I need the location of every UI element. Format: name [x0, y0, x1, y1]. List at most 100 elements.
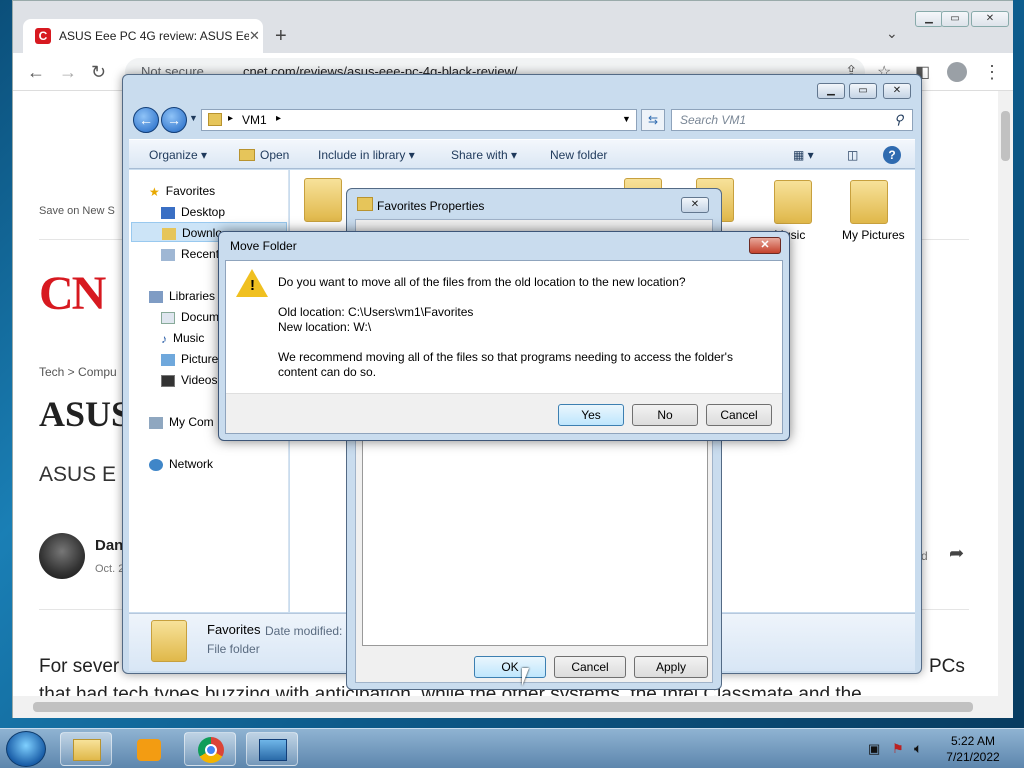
folder-icon[interactable] [304, 178, 342, 222]
nav-recent[interactable]: Recent [161, 247, 219, 261]
nav-computer[interactable]: My Com [149, 415, 214, 429]
cancel-button[interactable]: Cancel [554, 656, 626, 678]
nav-pictures[interactable]: Picture [161, 352, 218, 366]
address-dropdown-icon[interactable]: ▼ [622, 114, 631, 124]
nav-label: Desktop [181, 205, 226, 219]
share-label: Share with [451, 148, 508, 162]
close-button[interactable]: ✕ [749, 237, 781, 254]
article-date: Oct. 2 [95, 563, 125, 575]
horizontal-scrollbar[interactable] [13, 696, 1013, 718]
organize-menu[interactable]: Organize ▾ [149, 148, 207, 162]
chevron-right-icon[interactable]: ▸ [228, 113, 233, 124]
back-icon[interactable]: ← [133, 107, 159, 133]
action-center-icon[interactable]: ⚑ [892, 741, 904, 757]
pictures-folder-icon[interactable] [850, 180, 888, 224]
tab-search-chevron-icon[interactable]: ⌄ [886, 25, 898, 42]
new-folder-button[interactable]: New folder [550, 148, 607, 162]
cnet-favicon-icon: C [35, 28, 51, 44]
maximize-button[interactable]: ▭ [941, 11, 969, 27]
folder-icon [208, 113, 222, 126]
favorites-folder-icon [151, 620, 187, 662]
recommend-text-line2: content can do so. [278, 365, 377, 379]
scroll-thumb[interactable] [33, 702, 973, 712]
no-button[interactable]: No [632, 404, 698, 426]
minimize-button[interactable]: ▁ [915, 11, 943, 27]
nav-favorites[interactable]: ★ Favorites [149, 184, 215, 199]
breadcrumb[interactable]: Tech > Compu [39, 365, 117, 379]
refresh-icon[interactable]: ⇆ [641, 109, 665, 131]
reload-icon[interactable]: ↻ [91, 62, 106, 83]
save-on-banner[interactable]: Save on New S [39, 205, 115, 217]
ok-button[interactable]: OK [474, 656, 546, 678]
cancel-button[interactable]: Cancel [706, 404, 772, 426]
back-icon[interactable]: ← [27, 62, 45, 83]
volume-icon[interactable]: 🔈︎ [914, 740, 922, 757]
minimize-button[interactable]: ▁ [817, 83, 845, 99]
forward-icon[interactable]: → [59, 62, 77, 83]
tab-title: ASUS Eee PC 4G review: ASUS Ee [59, 29, 249, 43]
help-icon[interactable]: ? [883, 146, 901, 164]
vertical-scrollbar[interactable] [998, 91, 1013, 696]
pictures-icon [161, 353, 175, 366]
close-button[interactable]: ✕ [971, 11, 1009, 27]
taskbar-explorer[interactable] [60, 732, 112, 766]
search-box[interactable]: Search VM1 ⚲ [671, 109, 913, 131]
address-breadcrumb[interactable]: ▸ VM1 ▸ ▼ [201, 109, 637, 131]
include-label: Include in library [318, 148, 406, 162]
search-icon[interactable]: ⚲ [894, 112, 904, 128]
image-viewer-icon [259, 739, 287, 761]
folder-label-pictures[interactable]: My Pictures [842, 228, 905, 242]
music-folder-icon[interactable] [774, 180, 812, 224]
scroll-thumb[interactable] [1001, 111, 1010, 161]
new-tab-icon[interactable]: + [275, 25, 287, 48]
start-button[interactable] [6, 731, 46, 767]
taskbar-chrome[interactable] [184, 732, 236, 766]
nav-network[interactable]: Network [149, 457, 213, 471]
explorer-titlebar[interactable]: ▁ ▭ ✕ [123, 75, 921, 105]
breadcrumb-vm1[interactable]: VM1 [242, 113, 267, 127]
apply-button[interactable]: Apply [634, 656, 708, 678]
maximize-button[interactable]: ▭ [849, 83, 877, 99]
tab-close-icon[interactable]: ✕ [249, 28, 260, 44]
forward-icon[interactable]: → [161, 107, 187, 133]
view-options-icon[interactable]: ▦ ▾ [793, 148, 814, 162]
author-name[interactable]: Dan [95, 537, 123, 554]
nav-desktop[interactable]: Desktop [161, 205, 225, 219]
chevron-right-icon[interactable]: ▸ [276, 113, 281, 124]
article-headline: ASUS [39, 394, 132, 434]
open-button[interactable]: Open [260, 148, 289, 162]
organize-label: Organize [149, 148, 198, 162]
yes-button[interactable]: Yes [558, 404, 624, 426]
tab-strip: C ASUS Eee PC 4G review: ASUS Ee ✕ + ⌄ ▁… [13, 1, 1013, 53]
nav-label: Docum [181, 310, 220, 324]
nav-videos[interactable]: Videos [161, 373, 217, 387]
chrome-icon [198, 737, 224, 763]
share-arrow-icon[interactable]: ➦ [949, 543, 964, 564]
question-text: Do you want to move all of the files fro… [278, 275, 686, 289]
clock[interactable]: 5:22 AM 7/21/2022 [936, 733, 1010, 765]
close-button[interactable]: ✕ [681, 197, 709, 213]
nav-music[interactable]: ♪ Music [161, 331, 204, 346]
music-note-icon: ♪ [161, 331, 167, 346]
browser-tab[interactable]: C ASUS Eee PC 4G review: ASUS Ee ✕ [23, 19, 263, 53]
profile-icon[interactable] [947, 62, 967, 82]
recommend-text-line1: We recommend moving all of the files so … [278, 350, 733, 364]
libraries-icon [149, 290, 163, 303]
cnet-logo[interactable]: CN [39, 266, 106, 321]
close-button[interactable]: ✕ [883, 83, 911, 99]
taskbar-image-viewer[interactable] [246, 732, 298, 766]
history-dropdown-icon[interactable]: ▼ [189, 113, 198, 123]
details-type: File folder [207, 642, 260, 656]
include-in-library-menu[interactable]: Include in library ▾ [318, 148, 415, 162]
open-folder-icon [239, 149, 255, 161]
details-date-label: Date modified: [265, 624, 343, 638]
author-avatar[interactable] [39, 533, 85, 579]
nav-label: Music [173, 331, 205, 345]
preview-pane-icon[interactable]: ◫ [847, 148, 858, 162]
menu-dots-icon[interactable]: ⋮ [983, 62, 1001, 83]
network-tray-icon[interactable]: ▣ [868, 741, 880, 757]
taskbar-media-player[interactable] [122, 732, 174, 766]
share-with-menu[interactable]: Share with ▾ [451, 148, 517, 162]
nav-documents[interactable]: Docum [161, 310, 219, 324]
nav-libraries[interactable]: Libraries [149, 289, 215, 303]
